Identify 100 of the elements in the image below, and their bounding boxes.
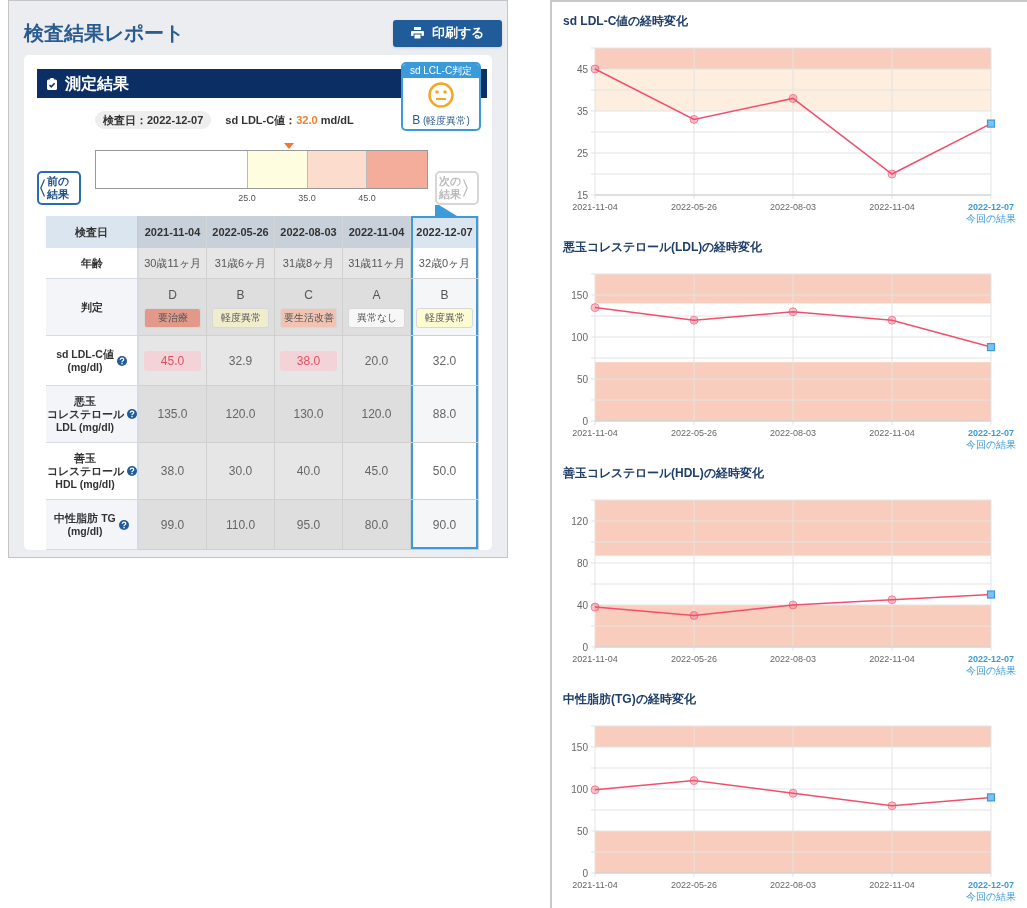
help-icon[interactable] — [116, 355, 127, 366]
x-tick-label: 2022-08-03 — [770, 428, 816, 438]
current-data-point — [986, 119, 996, 128]
y-tick-label: 120 — [571, 515, 588, 527]
x-tick-label: 2022-08-03 — [770, 654, 816, 664]
x-tick-label: 2022-05-26 — [671, 202, 717, 212]
data-point — [887, 801, 897, 811]
x-tick-label: 2022-12-07 — [968, 202, 1014, 212]
value-cell-text: 99.0 — [159, 516, 186, 534]
page-title: 検査結果レポート — [24, 21, 184, 46]
current-data-point — [986, 342, 996, 352]
grade-letter: C — [304, 287, 313, 304]
value-cell-text: 40.0 — [295, 463, 322, 480]
value-cell-text: 20.0 — [363, 352, 390, 370]
y-tick-label: 15 — [576, 189, 588, 201]
data-point — [887, 595, 897, 605]
row-label: 年齢 — [80, 256, 103, 270]
value-cell-text: 95.0 — [295, 516, 322, 534]
data-point — [887, 315, 897, 325]
y-tick-label: 50 — [576, 373, 588, 385]
data-point — [590, 602, 600, 612]
judgement-tag: 軽度異常 — [212, 308, 269, 328]
judgement-tag: 軽度異常 — [416, 308, 473, 328]
x-tick-label: 2022-12-07 — [968, 654, 1014, 664]
value-cell: 45.0 — [144, 350, 201, 371]
table-cell-text: 31歳8ヶ月 — [282, 255, 335, 271]
exam-date-pill: 検査日：2022-12-07 — [95, 111, 212, 129]
judgement-tag: 異常なし — [348, 308, 405, 328]
x-tick-label: 2022-11-04 — [869, 880, 915, 890]
x-tick-label: 2021-11-04 — [572, 880, 618, 890]
current-data-point — [986, 793, 996, 802]
help-icon[interactable] — [126, 409, 137, 419]
value-cell-text: 38.0 — [159, 463, 186, 480]
neutral-face-icon — [428, 82, 454, 108]
data-point — [689, 315, 699, 325]
date-column-header[interactable]: 2021-11-04 — [139, 216, 207, 248]
x-tick-label: 2022-12-07 — [968, 880, 1014, 890]
date-column-header[interactable]: 2022-05-26 — [207, 216, 275, 248]
clipboard-check-icon — [47, 77, 57, 90]
range-boundary-label: 35.0 — [298, 192, 316, 205]
value-cell-text: 32.0 — [431, 352, 458, 370]
help-icon[interactable] — [126, 466, 137, 476]
x-tick-label: 2022-11-04 — [869, 654, 915, 664]
date-column-header[interactable]: 2022-12-07 — [411, 216, 479, 248]
judgement-tag: 要生活改善 — [280, 308, 337, 328]
data-point — [788, 788, 798, 798]
y-tick-label: 0 — [582, 415, 588, 427]
y-tick-label: 40 — [576, 599, 588, 611]
y-tick-label: 100 — [571, 331, 588, 343]
range-boundary-label: 25.0 — [238, 192, 256, 205]
value-cell-text: 110.0 — [224, 516, 257, 534]
chevron-left-icon — [40, 179, 45, 197]
range-boundary-label: 45.0 — [358, 192, 376, 205]
value-cell-text: 90.0 — [431, 516, 458, 534]
value-cell-text: 120.0 — [360, 406, 393, 423]
x-tick-label: 2022-08-03 — [770, 880, 816, 890]
table-cell-text: 31歳6ヶ月 — [214, 255, 267, 271]
row-label: 善玉 コレステロール HDL (mg/dl) — [46, 451, 124, 491]
header-cell: 検査日 — [46, 216, 139, 248]
x-tick-label: 2021-11-04 — [572, 202, 618, 212]
y-tick-label: 45 — [576, 63, 588, 75]
current-result-label: 今回の結果 — [966, 439, 1016, 450]
current-data-point — [986, 590, 996, 599]
x-tick-label: 2021-11-04 — [572, 654, 618, 664]
grade-letter: B — [440, 287, 449, 304]
previous-button[interactable]: 前の結果 — [37, 171, 81, 205]
x-tick-label: 2022-12-07 — [968, 428, 1014, 438]
chart-title: 中性脂肪(TG)の経時変化 — [563, 691, 697, 708]
date-column-header[interactable]: 2022-11-04 — [343, 216, 411, 248]
value-cell-text: 80.0 — [363, 516, 390, 534]
y-tick-label: 150 — [571, 741, 588, 753]
value-cell: 38.0 — [280, 350, 337, 371]
x-tick-label: 2022-05-26 — [671, 654, 717, 664]
value-cell-text: 135.0 — [156, 406, 189, 423]
value-cell-text: 30.0 — [227, 463, 254, 480]
data-point — [590, 303, 600, 313]
current-result-label: 今回の結果 — [966, 891, 1016, 902]
chevron-right-icon — [463, 179, 469, 197]
badge-title: sd LCL-C判定 — [403, 64, 479, 78]
x-tick-label: 2022-11-04 — [869, 202, 915, 212]
row-label: 中性脂肪 TG (mg/dl) — [54, 511, 116, 538]
value-cell-text: 130.0 — [292, 406, 325, 423]
value-summary: sd LDL-C値：32.0 md/dL — [225, 112, 354, 128]
x-tick-label: 2022-05-26 — [671, 428, 717, 438]
print-button[interactable]: 印刷する — [393, 19, 502, 47]
date-column-header[interactable]: 2022-08-03 — [275, 216, 343, 248]
row-label: 悪玉 コレステロール LDL (mg/dl) — [46, 394, 124, 434]
data-point — [590, 64, 600, 74]
help-icon[interactable] — [118, 519, 129, 530]
row-label: 判定 — [80, 300, 103, 314]
chart-title: 悪玉コレステロール(LDL)の経時変化 — [563, 239, 764, 256]
data-point — [689, 611, 699, 620]
y-tick-label: 0 — [582, 641, 588, 653]
x-tick-label: 2022-11-04 — [869, 428, 915, 438]
data-point — [788, 93, 798, 103]
chart-title: 善玉コレステロール(HDL)の経時変化 — [563, 465, 765, 482]
current-result-label: 今回の結果 — [966, 213, 1016, 224]
grade-letter: D — [168, 287, 177, 304]
value-cell-text: 120.0 — [224, 406, 257, 423]
current-result-label: 今回の結果 — [966, 665, 1016, 676]
